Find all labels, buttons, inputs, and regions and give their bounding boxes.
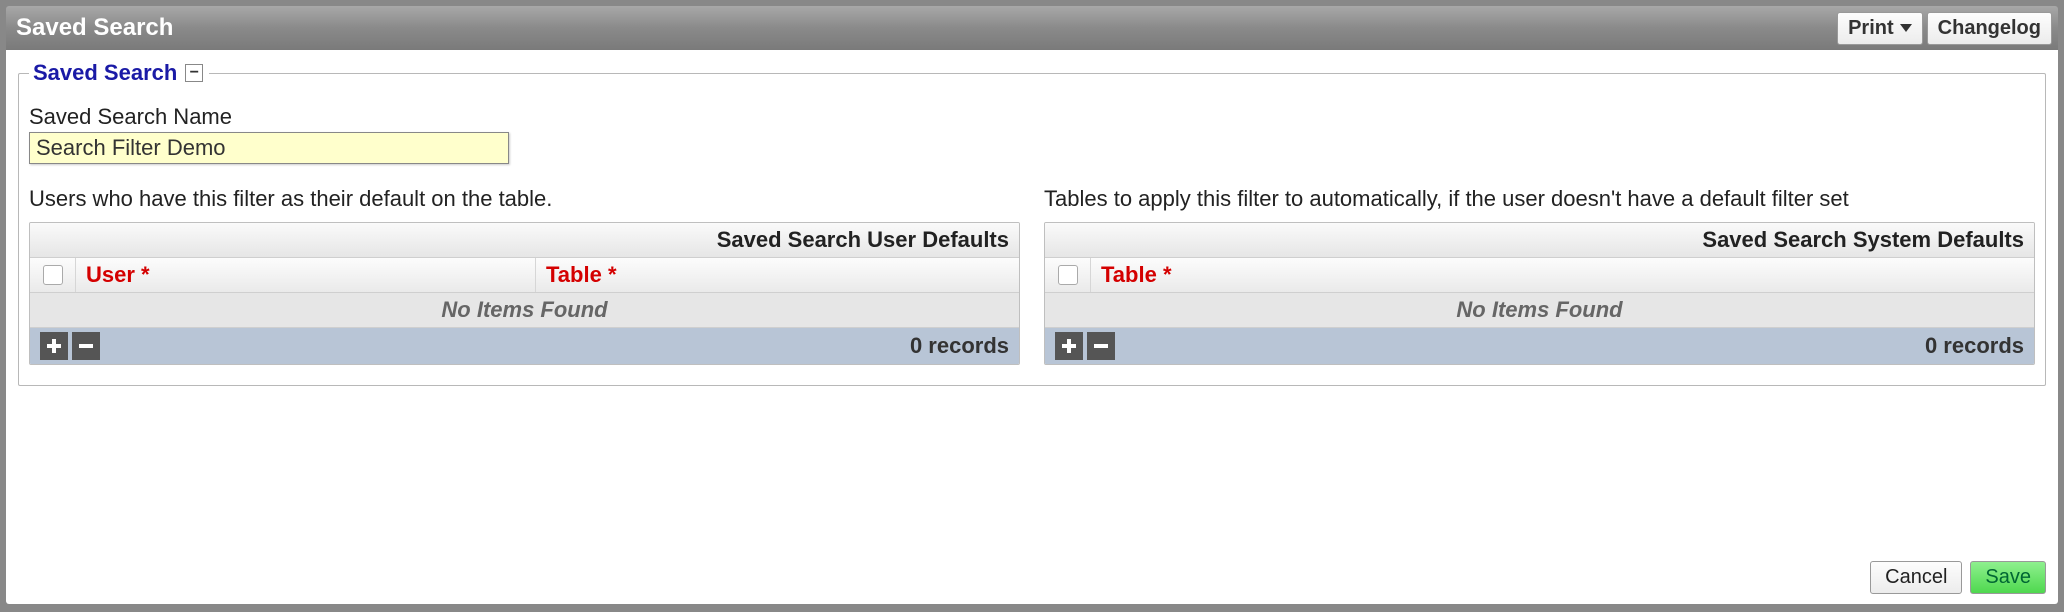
user-defaults-footer: 0 records bbox=[30, 328, 1019, 364]
fieldset-legend: Saved Search − bbox=[29, 60, 209, 86]
system-defaults-table: Saved Search System Defaults Table * No … bbox=[1044, 222, 2035, 365]
titlebar-buttons: Print Changelog bbox=[1837, 12, 2052, 45]
system-defaults-actions bbox=[1055, 332, 1115, 360]
tables-row: Users who have this filter as their defa… bbox=[29, 186, 2035, 365]
remove-row-button[interactable] bbox=[72, 332, 100, 360]
save-button[interactable]: Save bbox=[1970, 561, 2046, 594]
user-defaults-table: Saved Search User Defaults User * Table … bbox=[29, 222, 1020, 365]
user-defaults-title: Saved Search User Defaults bbox=[30, 223, 1019, 258]
column-table-sys[interactable]: Table * bbox=[1091, 258, 2034, 292]
minus-icon bbox=[77, 337, 95, 355]
system-defaults-header: Table * bbox=[1045, 258, 2034, 293]
user-defaults-empty: No Items Found bbox=[30, 293, 1019, 328]
system-defaults-empty: No Items Found bbox=[1045, 293, 2034, 328]
chevron-down-icon bbox=[1900, 24, 1912, 32]
system-defaults-count: 0 records bbox=[1925, 333, 2024, 359]
cancel-button[interactable]: Cancel bbox=[1870, 561, 1962, 594]
content-area: Saved Search − Saved Search Name Users w… bbox=[6, 50, 2058, 604]
plus-icon bbox=[45, 337, 63, 355]
changelog-button[interactable]: Changelog bbox=[1927, 12, 2052, 45]
remove-row-button-sys[interactable] bbox=[1087, 332, 1115, 360]
system-defaults-title: Saved Search System Defaults bbox=[1045, 223, 2034, 258]
minus-icon: − bbox=[190, 65, 199, 81]
plus-icon bbox=[1060, 337, 1078, 355]
user-defaults-column: Users who have this filter as their defa… bbox=[29, 186, 1020, 365]
legend-text: Saved Search bbox=[33, 60, 177, 86]
column-user[interactable]: User * bbox=[76, 258, 536, 292]
print-button[interactable]: Print bbox=[1837, 12, 1923, 45]
saved-search-fieldset: Saved Search − Saved Search Name Users w… bbox=[18, 60, 2046, 386]
bottom-button-bar: Cancel Save bbox=[1870, 561, 2046, 594]
user-defaults-header: User * Table * bbox=[30, 258, 1019, 293]
user-defaults-description: Users who have this filter as their defa… bbox=[29, 186, 1020, 212]
select-all-checkbox[interactable] bbox=[43, 265, 63, 285]
cancel-label: Cancel bbox=[1885, 566, 1947, 588]
user-defaults-count: 0 records bbox=[910, 333, 1009, 359]
titlebar: Saved Search Print Changelog bbox=[6, 6, 2058, 50]
system-defaults-footer: 0 records bbox=[1045, 328, 2034, 364]
minus-icon bbox=[1092, 337, 1110, 355]
name-field-group: Saved Search Name bbox=[29, 104, 2035, 164]
system-defaults-column: Tables to apply this filter to automatic… bbox=[1044, 186, 2035, 365]
collapse-toggle[interactable]: − bbox=[185, 64, 203, 82]
select-all-cell-sys bbox=[1045, 258, 1091, 292]
user-defaults-actions bbox=[40, 332, 100, 360]
add-row-button[interactable] bbox=[40, 332, 68, 360]
window-title: Saved Search bbox=[16, 14, 173, 42]
select-all-checkbox-sys[interactable] bbox=[1058, 265, 1078, 285]
column-table[interactable]: Table * bbox=[536, 258, 1019, 292]
saved-search-name-input[interactable] bbox=[29, 132, 509, 164]
name-label: Saved Search Name bbox=[29, 104, 2035, 130]
system-defaults-description: Tables to apply this filter to automatic… bbox=[1044, 186, 2035, 212]
add-row-button-sys[interactable] bbox=[1055, 332, 1083, 360]
save-label: Save bbox=[1985, 566, 2031, 588]
changelog-label: Changelog bbox=[1938, 17, 2041, 40]
saved-search-window: Saved Search Print Changelog Saved Searc… bbox=[0, 0, 2064, 612]
print-label: Print bbox=[1848, 17, 1894, 40]
select-all-cell bbox=[30, 258, 76, 292]
